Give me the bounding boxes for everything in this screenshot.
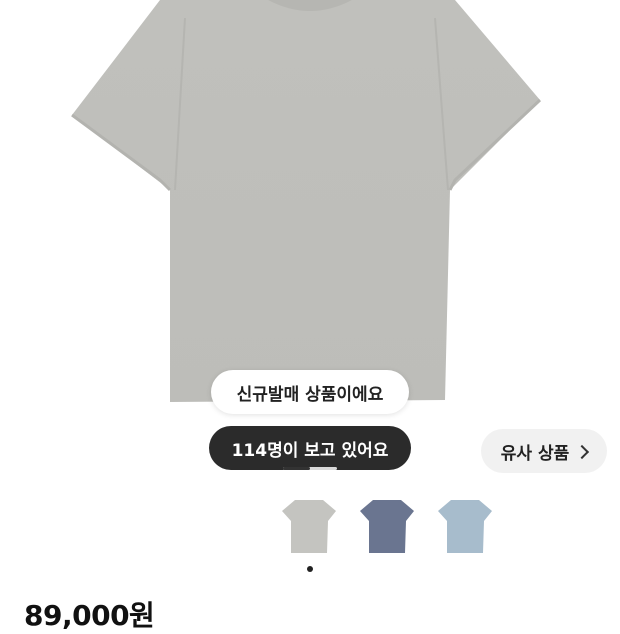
new-release-badge: 신규발매 상품이에요 [211,370,409,414]
viewers-count-label: 114명이 보고 있어요 [231,440,389,461]
product-price: 89,000원 [24,599,155,632]
similar-products-label: 유사 상품 [500,443,570,464]
image-gallery-progress-fill [283,467,310,470]
tshirt-thumbnail-icon [360,500,414,553]
new-release-label: 신규발매 상품이에요 [236,384,384,405]
selected-color-indicator [307,566,313,572]
tshirt-thumbnail-icon [282,500,336,553]
chevron-right-icon [575,444,590,459]
color-swatch-sky-blue[interactable] [437,497,493,555]
color-swatches [281,497,493,555]
color-swatch-washed-navy[interactable] [359,497,415,555]
tshirt-thumbnail-icon [438,500,492,553]
viewers-count-badge: 114명이 보고 있어요 [209,426,411,470]
image-gallery-progress [283,467,337,470]
color-swatch-light-gray[interactable] [281,497,337,555]
similar-products-button[interactable]: 유사 상품 [481,429,607,473]
